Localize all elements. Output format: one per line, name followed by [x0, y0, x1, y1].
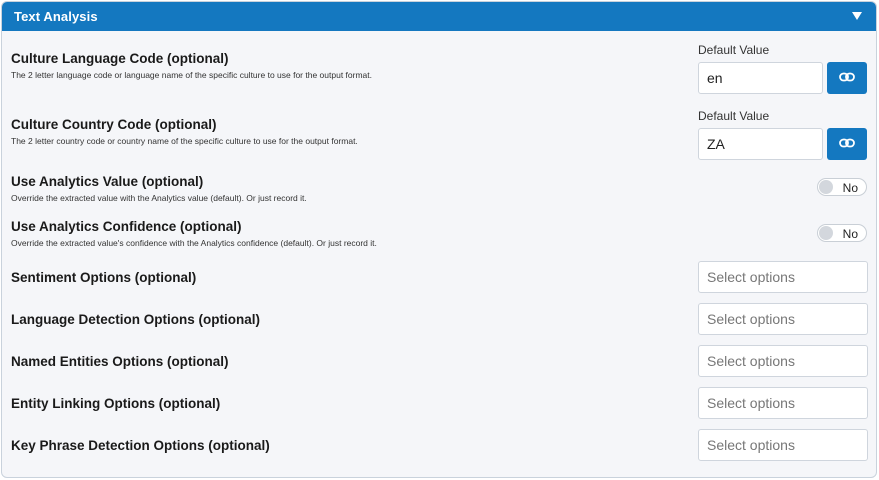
- analytics-confidence-toggle[interactable]: No: [817, 224, 867, 242]
- culture-language-link-button[interactable]: [827, 62, 867, 94]
- default-value-label: Default Value: [698, 43, 770, 57]
- language-detection-options-select[interactable]: Select options: [698, 303, 868, 335]
- toggle-track: No: [817, 178, 867, 196]
- triangle-down-icon[interactable]: [850, 10, 864, 24]
- language-detection-options-label: Language Detection Options (optional): [11, 312, 260, 327]
- panel-title: Text Analysis: [14, 9, 98, 24]
- culture-language-row: Culture Language Code (optional) The 2 l…: [11, 51, 372, 80]
- text-analysis-panel: Text Analysis Culture Language Code (opt…: [1, 1, 877, 478]
- link-icon: [839, 69, 855, 87]
- culture-country-description: The 2 letter country code or country nam…: [11, 136, 358, 146]
- analytics-value-description: Override the extracted value with the An…: [11, 193, 307, 203]
- culture-language-description: The 2 letter language code or language n…: [11, 70, 373, 80]
- toggle-state: No: [842, 181, 858, 195]
- key-phrase-detection-options-label: Key Phrase Detection Options (optional): [11, 438, 270, 453]
- sentiment-options-select[interactable]: Select options: [698, 261, 868, 293]
- default-value-label: Default Value: [698, 109, 770, 123]
- analytics-confidence-label: Use Analytics Confidence (optional): [11, 219, 242, 234]
- culture-language-label: Culture Language Code (optional): [11, 51, 229, 66]
- entity-linking-options-select[interactable]: Select options: [698, 387, 868, 419]
- culture-language-input[interactable]: en: [698, 62, 823, 94]
- analytics-confidence-description: Override the extracted value's confidenc…: [11, 238, 377, 248]
- toggle-track: No: [817, 224, 867, 242]
- link-icon: [839, 135, 855, 153]
- analytics-value-row: Use Analytics Value (optional) Override …: [11, 174, 307, 203]
- panel-header[interactable]: Text Analysis: [2, 2, 876, 31]
- culture-country-input[interactable]: ZA: [698, 128, 823, 160]
- culture-country-label: Culture Country Code (optional): [11, 117, 217, 132]
- named-entities-options-select[interactable]: Select options: [698, 345, 868, 377]
- analytics-value-toggle[interactable]: No: [817, 178, 867, 196]
- analytics-confidence-row: Use Analytics Confidence (optional) Over…: [11, 219, 377, 248]
- entity-linking-options-label: Entity Linking Options (optional): [11, 396, 221, 411]
- named-entities-options-label: Named Entities Options (optional): [11, 354, 229, 369]
- sentiment-options-label: Sentiment Options (optional): [11, 270, 197, 285]
- toggle-knob: [819, 226, 833, 240]
- analytics-value-label: Use Analytics Value (optional): [11, 174, 204, 189]
- culture-country-link-button[interactable]: [827, 128, 867, 160]
- toggle-state: No: [842, 227, 858, 241]
- toggle-knob: [819, 180, 833, 194]
- culture-country-row: Culture Country Code (optional) The 2 le…: [11, 117, 358, 146]
- key-phrase-detection-options-select[interactable]: Select options: [698, 429, 868, 461]
